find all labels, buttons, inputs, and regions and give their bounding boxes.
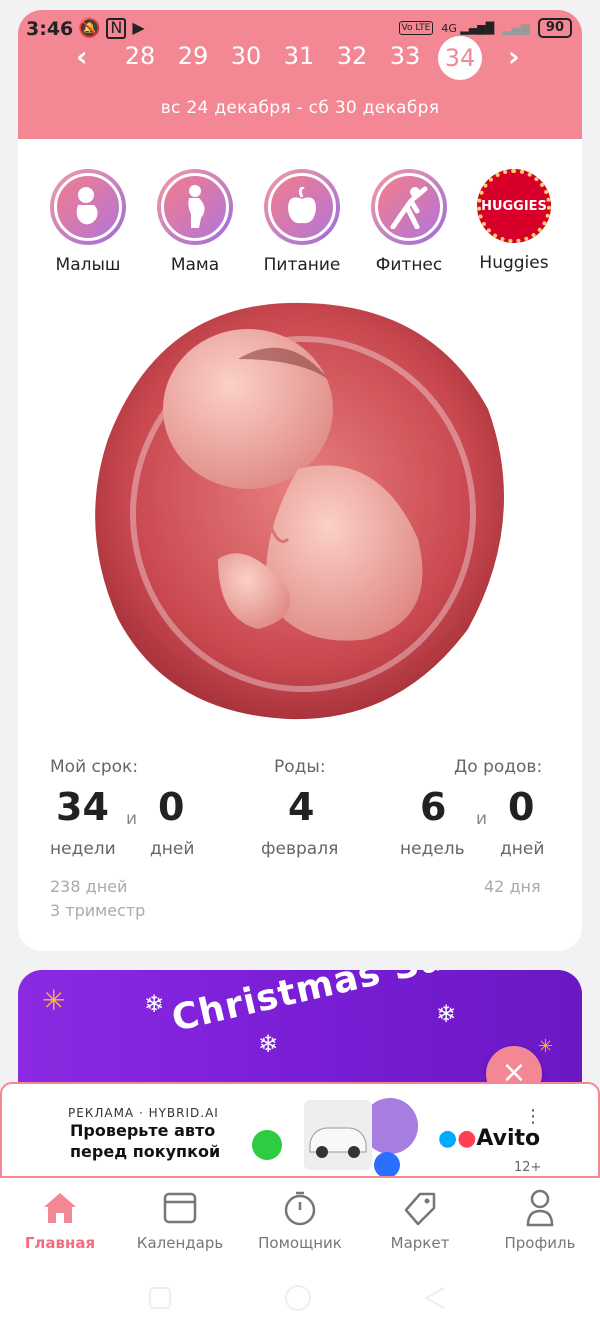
- category-row: Малыш Мама Питание Фитнес HUGGIES Huggie…: [18, 169, 582, 279]
- sparkle-icon: ✳: [538, 1036, 554, 1057]
- term-days-unit: дней: [150, 839, 195, 859]
- category-mother[interactable]: Мама: [145, 169, 245, 275]
- calendar-icon: [163, 1192, 197, 1224]
- fitness-pose-icon: [390, 186, 428, 229]
- signal-4g-icon: 4G ▂▄▆█: [441, 21, 495, 35]
- term-weeks: 34: [56, 785, 109, 829]
- term-weeks-unit: недели: [50, 839, 116, 859]
- tag-icon: [404, 1192, 436, 1226]
- battery-icon: 90: [537, 18, 572, 38]
- huggies-logo: HUGGIES: [477, 169, 551, 243]
- week-33[interactable]: 33: [383, 42, 427, 70]
- week-29[interactable]: 29: [171, 42, 215, 70]
- pregnancy-card: Малыш Мама Питание Фитнес HUGGIES Huggie…: [18, 139, 582, 951]
- term-and: и: [126, 809, 138, 829]
- category-baby[interactable]: Малыш: [38, 169, 138, 275]
- ad-tag: РЕКЛАМА · HYBRID.AI: [68, 1106, 219, 1120]
- car-image: [304, 1100, 372, 1170]
- baby-icon: [76, 187, 98, 225]
- snowflake-icon: ❄: [144, 990, 165, 1018]
- nav-profile[interactable]: Профиль: [480, 1188, 600, 1252]
- prev-week-chevron-icon[interactable]: ‹: [76, 40, 88, 73]
- bottom-nav: Главная Календарь Помощник Маркет Профил…: [0, 1178, 600, 1268]
- fetus-image: [95, 302, 504, 720]
- snowflake-icon: ❄: [258, 1030, 279, 1058]
- snowflake-icon: ✳: [42, 984, 66, 1017]
- home-icon: [44, 1193, 76, 1223]
- category-huggies[interactable]: HUGGIES Huggies: [464, 169, 564, 273]
- fetus-illustration: [88, 299, 512, 723]
- term-label: Мой срок:: [50, 757, 139, 777]
- birth-label: Роды:: [274, 757, 326, 777]
- week-header: 3:46 🔕 N ▶ Vo LTE 4G ▂▄▆█ ▂▄▆ 90 ‹ 28 29…: [18, 10, 582, 139]
- ad-banner[interactable]: РЕКЛАМА · HYBRID.AI Проверьте авто перед…: [0, 1082, 600, 1178]
- total-days: 238 дней: [50, 877, 128, 896]
- days-left: 42 дня: [484, 877, 541, 896]
- category-nutrition[interactable]: Питание: [252, 169, 352, 275]
- ad-text: Проверьте авто перед покупкой: [70, 1121, 221, 1161]
- remaining-weeks: 6: [420, 785, 447, 829]
- week-31[interactable]: 31: [277, 42, 321, 70]
- week-selector: ‹ 28 29 30 31 32 33 34 ›: [18, 36, 582, 80]
- birth-month: февраля: [261, 839, 339, 859]
- snowflake-icon: ❄: [436, 1000, 457, 1028]
- nav-assistant[interactable]: Помощник: [240, 1188, 360, 1252]
- term-days: 0: [158, 785, 185, 829]
- recent-apps-icon: [149, 1287, 171, 1309]
- user-icon: [526, 1189, 554, 1227]
- birth-day: 4: [288, 785, 315, 829]
- ad-more-icon[interactable]: ⋮: [524, 1106, 542, 1127]
- back-icon: [423, 1287, 445, 1309]
- age-rating: 12+: [514, 1160, 542, 1175]
- remaining-label: До родов:: [454, 757, 543, 777]
- week-28[interactable]: 28: [118, 42, 162, 70]
- volte-icon: Vo LTE: [398, 21, 434, 35]
- avito-logo: ●●Avito: [438, 1126, 541, 1151]
- remaining-days-unit: дней: [500, 839, 545, 859]
- stopwatch-icon: [284, 1191, 316, 1226]
- status-right-icons: Vo LTE 4G ▂▄▆█ ▂▄▆ 90: [398, 18, 572, 38]
- nav-calendar[interactable]: Календарь: [120, 1188, 240, 1252]
- trimester: 3 триместр: [50, 901, 146, 920]
- system-nav-bar: [0, 1268, 600, 1332]
- week-32[interactable]: 32: [330, 42, 374, 70]
- remaining-and: и: [476, 809, 488, 829]
- week-30[interactable]: 30: [224, 42, 268, 70]
- week-34-active[interactable]: 34: [438, 36, 482, 80]
- nav-home[interactable]: Главная: [0, 1188, 120, 1252]
- nav-market[interactable]: Маркет: [360, 1188, 480, 1252]
- signal-icon: ▂▄▆: [502, 21, 530, 35]
- pregnant-mother-icon: [188, 185, 205, 228]
- remaining-weeks-unit: недель: [400, 839, 465, 859]
- home-button-icon: [285, 1285, 311, 1311]
- week-date-range: вс 24 декабря - сб 30 декабря: [160, 98, 440, 118]
- apple-icon: [288, 187, 316, 224]
- next-week-chevron-icon[interactable]: ›: [508, 40, 520, 73]
- remaining-days: 0: [508, 785, 535, 829]
- category-fitness[interactable]: Фитнес: [359, 169, 459, 275]
